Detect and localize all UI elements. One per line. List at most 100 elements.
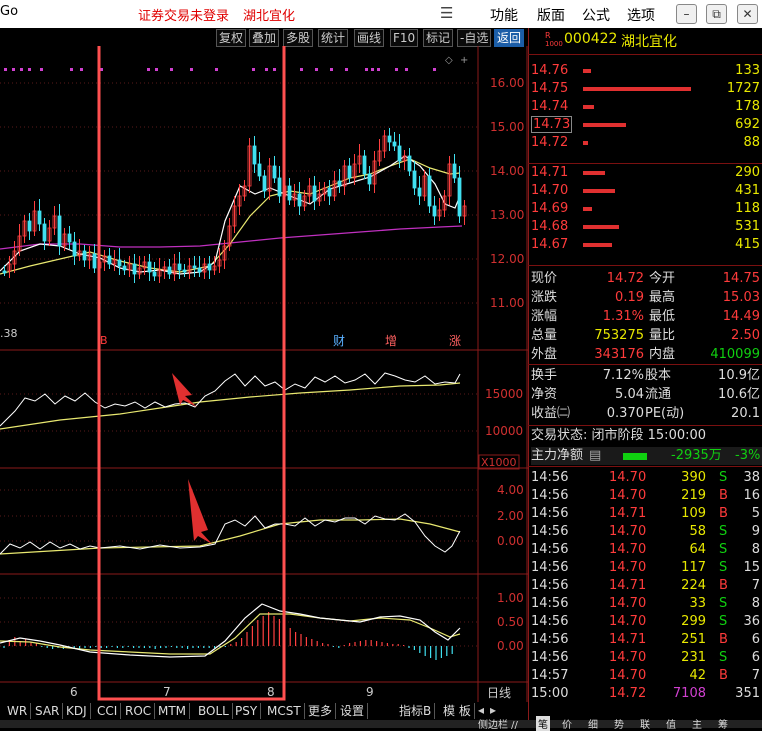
scroll-right-icon[interactable]: ▸: [490, 703, 496, 717]
tab-mtm[interactable]: MTM: [155, 703, 191, 719]
scroll-left-icon[interactable]: ◂: [478, 703, 484, 717]
tab-sar[interactable]: SAR: [32, 703, 64, 719]
period-daily-button[interactable]: 日线: [487, 686, 511, 700]
volume-axis: 15000 10000 X1000: [478, 387, 523, 470]
menu-function[interactable]: 功能: [490, 5, 518, 25]
candle-body: [367, 173, 372, 185]
candlestick-series: [2, 128, 467, 283]
candle-body: [387, 135, 392, 143]
sell-volume-bar: [583, 87, 691, 91]
tab-wr[interactable]: WR: [4, 703, 32, 719]
tick-row: 14:56 14.70 231 S 6: [531, 649, 762, 667]
stat-label: 流通: [645, 387, 672, 402]
tab-psy[interactable]: PSY: [232, 703, 262, 719]
annotation-arrow-icon: [188, 479, 212, 544]
tick-volume: 7108: [672, 686, 706, 701]
highlight-box: [97, 46, 286, 701]
buy-volume-bar: [583, 243, 612, 247]
tick-volume: 117: [681, 560, 706, 575]
button-mark[interactable]: 标记: [423, 29, 454, 47]
stat-label: 净资: [531, 387, 558, 402]
tab-roc[interactable]: ROC: [122, 703, 156, 719]
tick-count: 7: [751, 668, 760, 683]
sell-level-row[interactable]: 14.72 88: [531, 134, 762, 152]
tag-increase[interactable]: 增: [385, 334, 397, 348]
buy-level-row[interactable]: 14.70 431: [531, 182, 762, 200]
price-tick: 12.00: [490, 252, 524, 266]
tab-more[interactable]: 更多: [305, 703, 337, 719]
buy-level-row[interactable]: 14.67 415: [531, 236, 762, 254]
buy-level-row[interactable]: 14.68 531: [531, 218, 762, 236]
diamond-icon[interactable]: ◇: [445, 55, 453, 66]
buy-level-row[interactable]: 14.69 118: [531, 200, 762, 218]
menu-formula[interactable]: 公式: [582, 5, 610, 25]
tick-side: S: [719, 596, 728, 611]
buy-volume-bar: [583, 171, 605, 175]
candle-body: [147, 261, 152, 273]
tick-count: 8: [751, 542, 760, 557]
button-back[interactable]: 返回: [494, 29, 525, 47]
candle-body: [427, 175, 432, 207]
stat-label: 今开: [649, 271, 676, 286]
macd-dea-line: [0, 613, 461, 655]
tag-rise[interactable]: 涨: [449, 333, 461, 348]
main-flow-label: 主力净额: [531, 448, 584, 463]
buy-volume-bar: [583, 207, 592, 211]
tab-cci[interactable]: CCI: [94, 703, 122, 719]
sell-level-row[interactable]: 14.74 178: [531, 98, 762, 116]
menu-options[interactable]: 选项: [627, 5, 655, 25]
tab-boll[interactable]: BOLL: [195, 703, 233, 719]
sell-level-row[interactable]: 14.75 1727: [531, 80, 762, 98]
candle-body: [107, 255, 112, 265]
tab-settings[interactable]: 设置: [337, 703, 369, 719]
tick-row: 14:56 14.70 117 S 15: [531, 559, 762, 577]
title-left-text: Go: [0, 4, 19, 19]
close-icon[interactable]: ✕: [737, 4, 758, 24]
button-fuquan[interactable]: 复权: [216, 29, 247, 47]
button-f10[interactable]: F10: [390, 29, 419, 47]
tick-count: 7: [751, 578, 760, 593]
sidebar-toggle[interactable]: 侧边栏 //: [478, 716, 518, 731]
button-overlay[interactable]: 叠加: [249, 29, 280, 47]
button-multi-stock[interactable]: 多股: [283, 29, 314, 47]
list-icon[interactable]: ▤: [589, 447, 601, 465]
stat-row: 换手 7.12% 股本 10.9亿: [531, 367, 762, 385]
menu-layout[interactable]: 版面: [537, 5, 565, 25]
tag-finance[interactable]: 财: [333, 334, 345, 348]
candle-body: [362, 155, 367, 175]
template-button[interactable]: 模 板: [440, 703, 475, 719]
trade-state: 交易状态: 闭市阶段 15:00:00: [531, 428, 707, 443]
plus-icon[interactable]: +: [460, 55, 468, 66]
button-statistics[interactable]: 统计: [318, 29, 349, 47]
restore-icon[interactable]: ⧉: [706, 4, 727, 24]
candle-body: [82, 250, 87, 261]
menu-toggle-icon[interactable]: ☰: [440, 4, 453, 22]
sell-level-row[interactable]: 14.73 692: [531, 116, 762, 134]
stat-value: 15.03: [722, 290, 760, 305]
sell-price: 14.73: [531, 116, 573, 133]
tick-row: 14:57 14.70 42 B 7: [531, 667, 762, 685]
tab-kdj[interactable]: KDJ: [63, 703, 91, 719]
button-watchlist[interactable]: -自选: [457, 29, 492, 47]
tick-time: 14:56: [531, 614, 569, 629]
tick-time: 14:56: [531, 650, 569, 665]
stat-label: 总量: [531, 328, 558, 343]
tick-time: 14:56: [531, 470, 569, 485]
indicator-tick: 4.00: [497, 483, 524, 497]
indicator-b-button[interactable]: 指标B: [396, 703, 436, 719]
sell-level-row[interactable]: 14.76 133: [531, 62, 762, 80]
minimize-icon[interactable]: –: [676, 4, 697, 24]
kline-chart-area[interactable]: 16.00 15.00 14.00 13.00 12.00 11.00 1500…: [0, 46, 528, 702]
price-tick: 13.00: [490, 208, 524, 222]
tick-row: 14:56 14.70 299 S 36: [531, 613, 762, 631]
candle-body: [117, 259, 122, 267]
stat-row: 现价 14.72 今开 14.75: [531, 270, 762, 288]
tab-mcst[interactable]: MCST: [264, 703, 305, 719]
tick-volume: 64: [689, 542, 706, 557]
price-tick: 11.00: [490, 296, 524, 310]
stat-label: PE(动): [645, 406, 685, 421]
buy-level-row[interactable]: 14.71 290: [531, 164, 762, 182]
button-draw-line[interactable]: 画线: [354, 29, 385, 47]
candle-body: [337, 180, 342, 187]
buy-volume: 531: [735, 219, 760, 234]
